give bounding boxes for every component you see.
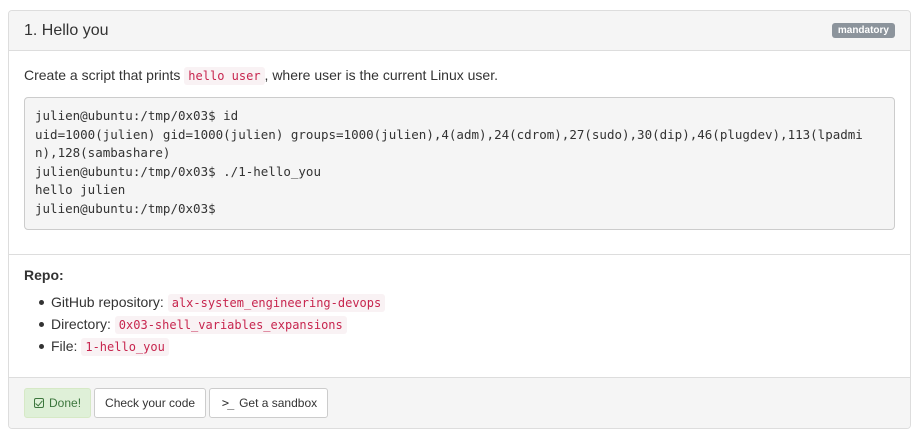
- repo-item-label: File:: [51, 338, 82, 354]
- description-text-start: Create a script that prints: [24, 67, 185, 83]
- task-body: Create a script that prints hello user, …: [9, 51, 910, 254]
- repo-item-value: 0x03-shell_variables_expansions: [114, 316, 347, 334]
- sandbox-button[interactable]: >_ Get a sandbox: [209, 388, 329, 418]
- done-label: Done!: [49, 396, 82, 410]
- task-footer: Done! Check your code >_ Get a sandbox: [9, 377, 910, 428]
- repo-item-label: GitHub repository:: [51, 294, 168, 310]
- repo-list: GitHub repository: alx-system_engineerin…: [24, 292, 895, 358]
- repo-item-value: 1-hello_you: [81, 338, 169, 356]
- task-panel: 1. Hello you mandatory Create a script t…: [8, 10, 911, 429]
- repo-item-label: Directory:: [51, 316, 115, 332]
- terminal-example: julien@ubuntu:/tmp/0x03$ id uid=1000(jul…: [24, 97, 895, 230]
- task-description: Create a script that prints hello user, …: [24, 65, 895, 86]
- check-code-label: Check your code: [105, 396, 196, 410]
- repo-item-github: GitHub repository: alx-system_engineerin…: [39, 292, 895, 314]
- repo-section: Repo: GitHub repository: alx-system_engi…: [9, 255, 910, 379]
- repo-item-directory: Directory: 0x03-shell_variables_expansio…: [39, 314, 895, 336]
- description-text-end: , where user is the current Linux user.: [264, 67, 498, 83]
- mandatory-badge: mandatory: [831, 23, 895, 38]
- task-title: 1. Hello you: [24, 21, 109, 39]
- terminal-icon: >_: [221, 396, 234, 410]
- check-code-button[interactable]: Check your code: [94, 388, 207, 418]
- sandbox-label: Get a sandbox: [239, 396, 318, 410]
- checkbox-icon: [34, 398, 44, 408]
- description-code: hello user: [184, 67, 265, 85]
- repo-title: Repo:: [24, 267, 64, 283]
- done-button[interactable]: Done!: [24, 388, 92, 418]
- repo-item-file: File: 1-hello_you: [39, 336, 895, 358]
- repo-item-value: alx-system_engineering-devops: [167, 294, 386, 312]
- task-header: 1. Hello you mandatory: [9, 11, 910, 51]
